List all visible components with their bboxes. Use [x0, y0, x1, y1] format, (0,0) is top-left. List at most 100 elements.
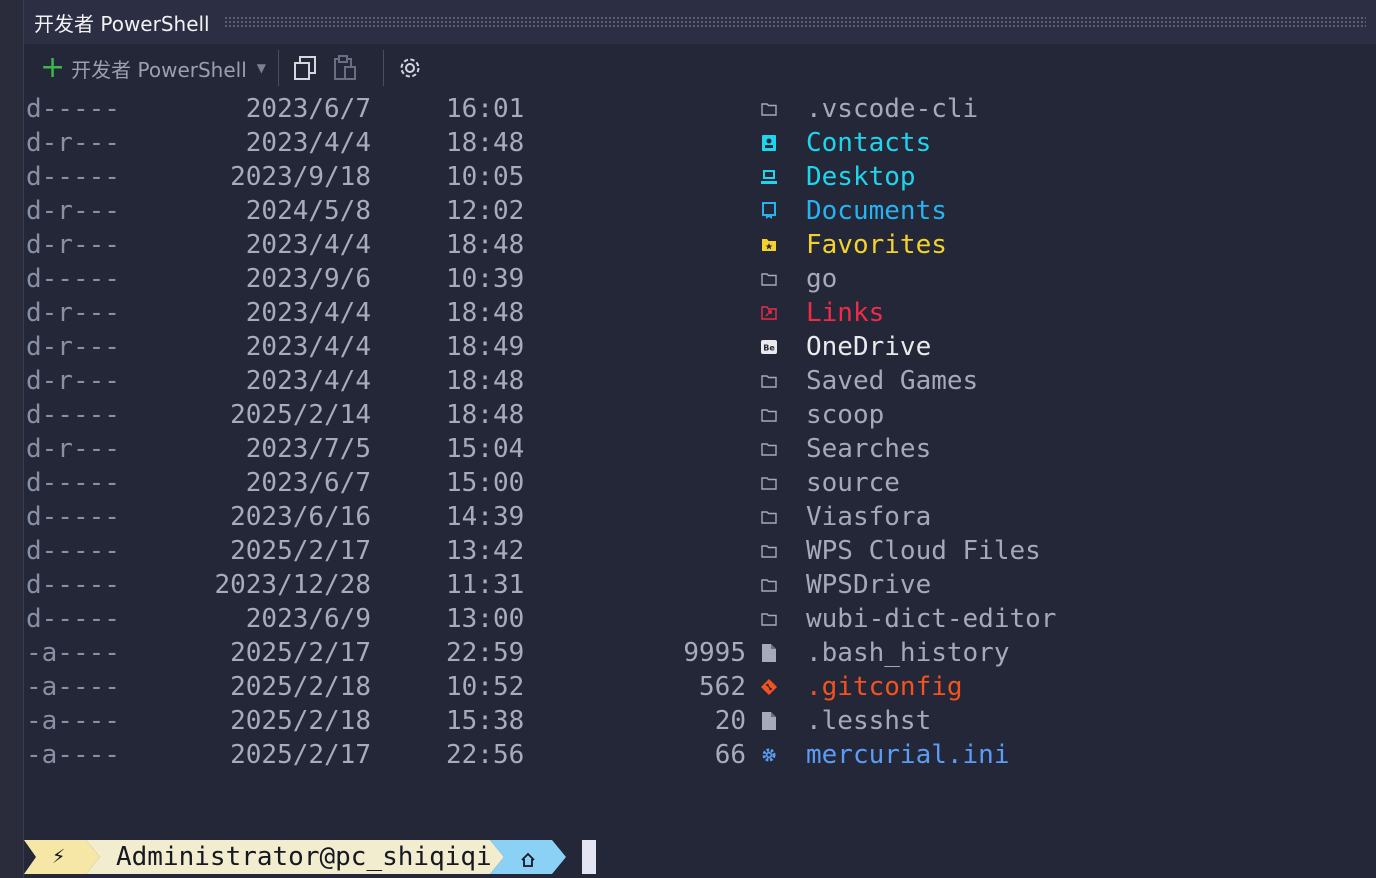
list-item: -a---- 2025/2/17 22:59 9995 .bash_histor… — [24, 636, 1376, 670]
last-write-time: 10:52 — [446, 672, 525, 702]
item-name: Saved Games — [806, 366, 979, 396]
item-name: .gitconfig — [806, 672, 963, 702]
list-item: d-r--- 2023/4/4 18:49 Be OneDrive — [24, 330, 1376, 364]
item-name: Desktop — [806, 162, 916, 192]
toolbar-separator — [278, 50, 279, 86]
last-write-date: 2025/2/17 — [230, 536, 371, 566]
config-gear-icon — [758, 738, 780, 772]
mode-attributes: d----- — [26, 502, 120, 532]
item-name: Viasfora — [806, 502, 932, 532]
item-name: WPSDrive — [806, 570, 932, 600]
item-name: Contacts — [806, 128, 932, 158]
item-name: Favorites — [806, 230, 947, 260]
last-write-time: 13:00 — [446, 604, 525, 634]
lightning-icon: ⚡ — [52, 844, 66, 869]
item-name: Links — [806, 298, 885, 328]
new-profile-button[interactable]: + 开发者 PowerShell ▼ — [40, 48, 266, 88]
contacts-icon — [758, 126, 780, 160]
list-item: d-r--- 2024/5/8 12:02 Documents — [24, 194, 1376, 228]
list-item: -a---- 2025/2/18 10:52 562 .gitconfig — [24, 670, 1376, 704]
last-write-time: 18:48 — [446, 230, 525, 260]
mode-attributes: -a---- — [26, 672, 120, 702]
last-write-date: 2025/2/17 — [230, 740, 371, 770]
list-item: d----- 2025/2/14 18:48 scoop — [24, 398, 1376, 432]
desktop-icon — [758, 160, 780, 194]
item-name: go — [806, 264, 838, 294]
window-title: 开发者 PowerShell — [34, 11, 210, 36]
last-write-time: 16:01 — [446, 94, 525, 124]
mode-attributes: d----- — [26, 162, 120, 192]
folder-icon — [758, 92, 780, 126]
last-write-date: 2023/4/4 — [245, 366, 371, 396]
last-write-time: 11:31 — [446, 570, 525, 600]
copy-icon[interactable] — [291, 54, 319, 82]
last-write-time: 18:49 — [446, 332, 525, 362]
last-write-date: 2025/2/18 — [230, 706, 371, 736]
item-name: .lesshst — [806, 706, 932, 736]
last-write-time: 18:48 — [446, 366, 525, 396]
paste-icon[interactable] — [331, 54, 359, 82]
list-item: d----- 2023/6/7 16:01 .vscode-cli — [24, 92, 1376, 126]
prompt-user-host: Administrator@pc_shiqiqi — [116, 842, 492, 872]
last-write-time: 12:02 — [446, 196, 525, 226]
title-drag-area[interactable] — [223, 16, 1366, 28]
mode-attributes: d----- — [26, 468, 120, 498]
last-write-date: 2023/9/6 — [245, 264, 371, 294]
svg-text:Be: Be — [763, 344, 775, 353]
favorites-folder-icon — [758, 228, 780, 262]
last-write-date: 2024/5/8 — [245, 196, 371, 226]
last-write-time: 15:00 — [446, 468, 525, 498]
folder-icon — [758, 602, 780, 636]
profile-label: 开发者 PowerShell — [71, 57, 247, 82]
last-write-date: 2023/9/18 — [230, 162, 371, 192]
folder-icon — [758, 398, 780, 432]
file-icon — [758, 636, 780, 670]
git-icon — [758, 670, 780, 704]
item-name: Searches — [806, 434, 932, 464]
mode-attributes: -a---- — [26, 740, 120, 770]
mode-attributes: d-r--- — [26, 196, 120, 226]
onedrive-icon: Be — [758, 330, 780, 364]
dropdown-caret-icon[interactable]: ▼ — [257, 61, 266, 75]
last-write-date: 2025/2/18 — [230, 672, 371, 702]
mode-attributes: d-r--- — [26, 128, 120, 158]
list-item: d----- 2023/6/7 15:00 source — [24, 466, 1376, 500]
list-item: d-r--- 2023/7/5 15:04 Searches — [24, 432, 1376, 466]
settings-gear-icon[interactable] — [396, 54, 424, 82]
last-write-time: 10:05 — [446, 162, 525, 192]
last-write-date: 2023/4/4 — [245, 298, 371, 328]
last-write-time: 15:38 — [446, 706, 525, 736]
mode-attributes: d-r--- — [26, 230, 120, 260]
folder-icon — [758, 466, 780, 500]
last-write-time: 15:04 — [446, 434, 525, 464]
last-write-date: 2023/6/16 — [230, 502, 371, 532]
title-bar[interactable]: 开发者 PowerShell — [24, 0, 1376, 44]
last-write-time: 18:48 — [446, 128, 525, 158]
last-write-time: 22:59 — [446, 638, 525, 668]
list-item: -a---- 2025/2/18 15:38 20 .lesshst — [24, 704, 1376, 738]
item-name: .bash_history — [806, 638, 1010, 668]
folder-icon — [758, 500, 780, 534]
mode-attributes: d----- — [26, 94, 120, 124]
last-write-date: 2023/7/5 — [245, 434, 371, 464]
list-item: d----- 2025/2/17 13:42 WPS Cloud Files — [24, 534, 1376, 568]
last-write-date: 2023/4/4 — [245, 128, 371, 158]
last-write-date: 2023/6/9 — [245, 604, 371, 634]
item-name: OneDrive — [806, 332, 932, 362]
last-write-date: 2023/6/7 — [245, 94, 371, 124]
last-write-date: 2025/2/14 — [230, 400, 371, 430]
terminal-cursor[interactable] — [582, 840, 596, 874]
prompt-bar: ⚡ Administrator@pc_shiqiqi — [24, 840, 724, 874]
file-length: 562 — [699, 672, 746, 702]
file-length: 66 — [714, 740, 746, 770]
plus-icon: + — [40, 50, 66, 85]
last-write-time: 14:39 — [446, 502, 525, 532]
file-length: 9995 — [683, 638, 746, 668]
folder-icon — [758, 432, 780, 466]
last-write-time: 18:48 — [446, 298, 525, 328]
file-icon — [758, 704, 780, 738]
list-item: d----- 2023/6/9 13:00 wubi-dict-editor — [24, 602, 1376, 636]
mode-attributes: d-r--- — [26, 434, 120, 464]
last-write-date: 2023/12/28 — [214, 570, 371, 600]
mode-attributes: -a---- — [26, 706, 120, 736]
